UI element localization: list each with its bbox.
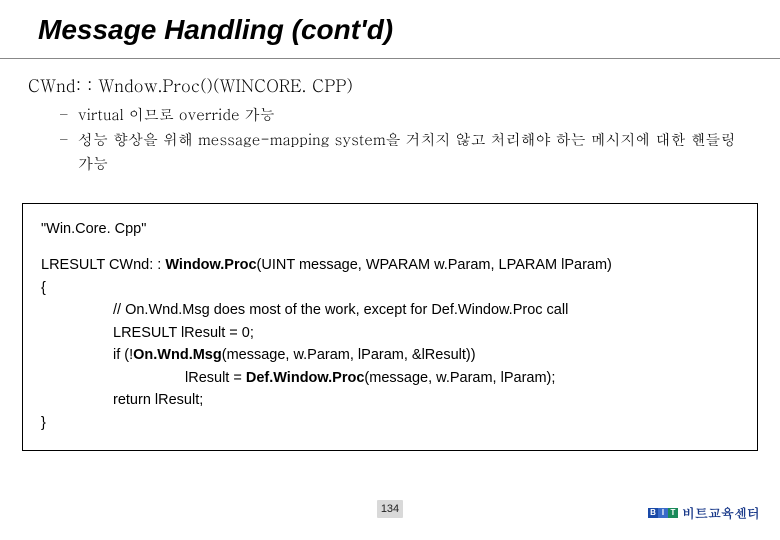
footer-logo: B I T 비트교육센터 (648, 503, 760, 522)
code-line: lResult = Def.Window.Proc(message, w.Par… (113, 367, 739, 389)
code-signature: LRESULT CWnd: : Window.Proc(UINT message… (41, 254, 739, 276)
logo-cell: T (668, 508, 678, 518)
code-file-label: "Win.Core. Cpp" (41, 218, 739, 240)
logo-cell: B (648, 508, 658, 518)
list-item: virtual 이므로 override 가능 (60, 103, 750, 126)
code-line: if (!On.Wnd.Msg(message, w.Param, lParam… (113, 344, 739, 366)
logo-badge: B I T (648, 508, 678, 518)
code-line: LRESULT lResult = 0; (113, 322, 739, 344)
code-text: (message, w.Param, lParam, &lResult)) (222, 347, 476, 363)
logo-cell: I (658, 508, 668, 518)
code-line: return lResult; (113, 389, 739, 411)
code-box: "Win.Core. Cpp" LRESULT CWnd: : Window.P… (22, 203, 758, 451)
list-item: 성능 향상을 위해 message-mapping system을 거치지 않고… (60, 128, 750, 175)
code-bold: Window.Proc (165, 257, 256, 273)
code-text: if (! (113, 347, 133, 363)
section-heading: CWnd: : Wndow.Proc()(WINCORE. CPP) (0, 59, 780, 103)
code-text: (UINT message, WPARAM w.Param, LPARAM lP… (257, 257, 612, 273)
code-bold: On.Wnd.Msg (133, 347, 222, 363)
code-body: // On.Wnd.Msg does most of the work, exc… (41, 299, 739, 411)
slide-title: Message Handling (cont'd) (0, 14, 780, 58)
code-brace: } (41, 412, 739, 434)
logo-text: 비트교육센터 (682, 503, 760, 522)
code-text: lResult = (185, 370, 246, 386)
code-brace: { (41, 277, 739, 299)
code-text: LRESULT CWnd: : (41, 257, 165, 273)
bullet-list: virtual 이므로 override 가능 성능 향상을 위해 messag… (0, 103, 780, 175)
code-line: // On.Wnd.Msg does most of the work, exc… (113, 299, 739, 321)
code-bold: Def.Window.Proc (246, 370, 365, 386)
code-text: (message, w.Param, lParam); (364, 370, 555, 386)
page-number: 134 (377, 500, 403, 518)
